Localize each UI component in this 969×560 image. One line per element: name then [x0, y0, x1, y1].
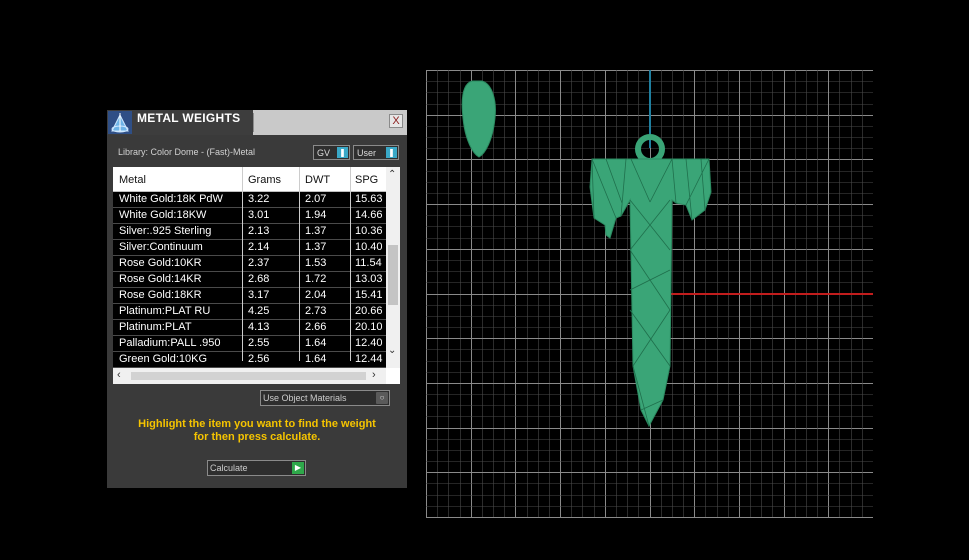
3d-viewport[interactable]: [426, 70, 874, 518]
cell-spg: 11.54: [355, 257, 382, 269]
cell-metal: Silver:Continuum: [119, 241, 203, 253]
library-label: Library: Color Dome - (Fast)-Metal: [118, 147, 256, 157]
cell-grams: 2.56: [248, 353, 270, 365]
col-header-metal[interactable]: Metal: [119, 174, 146, 186]
cell-metal: Silver:.925 Sterling: [119, 225, 212, 237]
cell-dwt: 1.37: [305, 225, 327, 237]
metal-weights-panel: METAL WEIGHTS X Library: Color Dome - (F…: [107, 110, 407, 488]
cell-grams: 2.37: [248, 257, 270, 269]
cell-spg: 12.44: [355, 353, 383, 365]
pause-icon: ❚: [386, 147, 397, 158]
cell-dwt: 1.64: [305, 353, 327, 365]
scroll-up-icon[interactable]: ⌃: [388, 169, 396, 180]
cell-grams: 2.13: [248, 225, 270, 237]
scroll-down-icon[interactable]: ⌄: [388, 345, 396, 356]
teardrop-gem[interactable]: [461, 80, 496, 158]
cell-grams: 3.22: [248, 193, 270, 205]
cell-grams: 4.13: [248, 321, 270, 333]
cell-metal: Rose Gold:18KR: [119, 289, 202, 301]
app-logo-icon: [108, 111, 132, 134]
pendant-model[interactable]: [589, 134, 712, 428]
table-row[interactable]: Green Gold:10KG 2.56 1.64 12.44: [113, 352, 386, 368]
radio-icon: ○: [376, 392, 388, 404]
table-row[interactable]: Platinum:PLAT RU 4.25 2.73 20.66: [113, 304, 386, 320]
gv-label: GV: [317, 148, 331, 158]
cell-metal: White Gold:18KW: [119, 209, 207, 221]
scroll-right-icon[interactable]: ›: [372, 369, 376, 381]
cell-grams: 4.25: [248, 305, 270, 317]
cell-spg: 10.36: [355, 225, 383, 237]
cell-metal: Platinum:PLAT RU: [119, 305, 211, 317]
user-label: User: [357, 148, 377, 158]
column-divider: [350, 167, 351, 361]
col-header-spg[interactable]: SPG: [355, 174, 378, 186]
user-toggle[interactable]: User ❚: [353, 145, 399, 160]
cell-metal: Palladium:PALL .950: [119, 337, 221, 349]
cell-dwt: 1.94: [305, 209, 327, 221]
table-row[interactable]: White Gold:18K PdW 3.22 2.07 15.63: [113, 192, 386, 208]
cell-dwt: 2.66: [305, 321, 327, 333]
cell-grams: 3.17: [248, 289, 270, 301]
table-body: White Gold:18K PdW 3.22 2.07 15.63 White Gol…: [113, 192, 386, 368]
table-row[interactable]: Silver:Continuum 2.14 1.37 10.40: [113, 240, 386, 256]
cell-grams: 2.55: [248, 337, 270, 349]
instruction-line: Highlight the item you want to find the …: [138, 418, 376, 430]
cell-dwt: 2.07: [305, 193, 327, 205]
cell-dwt: 1.37: [305, 241, 327, 253]
cell-metal: White Gold:18K PdW: [119, 193, 223, 205]
instruction-text: Highlight the item you want to find the …: [107, 418, 407, 444]
cell-metal: Green Gold:10KG: [119, 353, 208, 365]
column-divider: [242, 167, 243, 361]
cell-spg: 15.41: [355, 289, 383, 301]
table-row[interactable]: Silver:.925 Sterling 2.13 1.37 10.36: [113, 224, 386, 240]
cell-grams: 2.14: [248, 241, 270, 253]
cell-spg: 12.40: [355, 337, 383, 349]
cell-metal: Rose Gold:10KR: [119, 257, 202, 269]
cell-dwt: 1.72: [305, 273, 327, 285]
table-row[interactable]: Rose Gold:10KR 2.37 1.53 11.54: [113, 256, 386, 272]
scroll-left-icon[interactable]: ‹: [117, 369, 121, 381]
panel-title: METAL WEIGHTS: [137, 111, 241, 125]
cell-metal: Platinum:PLAT: [119, 321, 192, 333]
instruction-line: for then press calculate.: [193, 431, 321, 443]
cell-spg: 13.03: [355, 273, 383, 285]
titlebar-divider: [253, 113, 254, 132]
calculate-label: Calculate: [210, 463, 248, 473]
cell-spg: 10.40: [355, 241, 383, 253]
cell-dwt: 1.64: [305, 337, 327, 349]
cell-grams: 3.01: [248, 209, 270, 221]
vertical-scroll-thumb[interactable]: [388, 245, 398, 305]
col-header-grams[interactable]: Grams: [248, 174, 281, 186]
cell-spg: 15.63: [355, 193, 383, 205]
pause-icon: ❚: [337, 147, 348, 158]
use-object-materials-button[interactable]: Use Object Materials ○: [260, 390, 390, 406]
cell-dwt: 2.04: [305, 289, 327, 301]
vertical-scrollbar[interactable]: ⌃ ⌄: [386, 167, 400, 368]
viewport-canvas: [426, 70, 874, 518]
horizontal-scrollbar[interactable]: ‹ ›: [113, 368, 386, 384]
panel-titlebar[interactable]: METAL WEIGHTS X: [107, 110, 407, 135]
table-row[interactable]: Palladium:PALL .950 2.55 1.64 12.40: [113, 336, 386, 352]
use-object-materials-label: Use Object Materials: [263, 393, 347, 403]
play-icon: ▶: [292, 462, 304, 474]
horizontal-scroll-thumb[interactable]: [131, 372, 366, 380]
gv-toggle[interactable]: GV ❚: [313, 145, 350, 160]
cell-spg: 20.10: [355, 321, 383, 333]
column-divider: [299, 167, 300, 361]
cell-dwt: 1.53: [305, 257, 327, 269]
table-header: Metal Grams DWT SPG: [113, 167, 386, 191]
close-button[interactable]: X: [389, 114, 403, 128]
table-row[interactable]: Rose Gold:18KR 3.17 2.04 15.41: [113, 288, 386, 304]
cell-grams: 2.68: [248, 273, 270, 285]
cell-dwt: 2.73: [305, 305, 327, 317]
cell-spg: 14.66: [355, 209, 383, 221]
table-row[interactable]: Rose Gold:14KR 2.68 1.72 13.03: [113, 272, 386, 288]
cell-metal: Rose Gold:14KR: [119, 273, 202, 285]
table-row[interactable]: Platinum:PLAT 4.13 2.66 20.10: [113, 320, 386, 336]
table-row[interactable]: White Gold:18KW 3.01 1.94 14.66: [113, 208, 386, 224]
metal-table: Metal Grams DWT SPG White Gold:18K PdW 3.…: [113, 167, 400, 384]
col-header-dwt[interactable]: DWT: [305, 174, 330, 186]
calculate-button[interactable]: Calculate ▶: [207, 460, 306, 476]
cell-spg: 20.66: [355, 305, 383, 317]
